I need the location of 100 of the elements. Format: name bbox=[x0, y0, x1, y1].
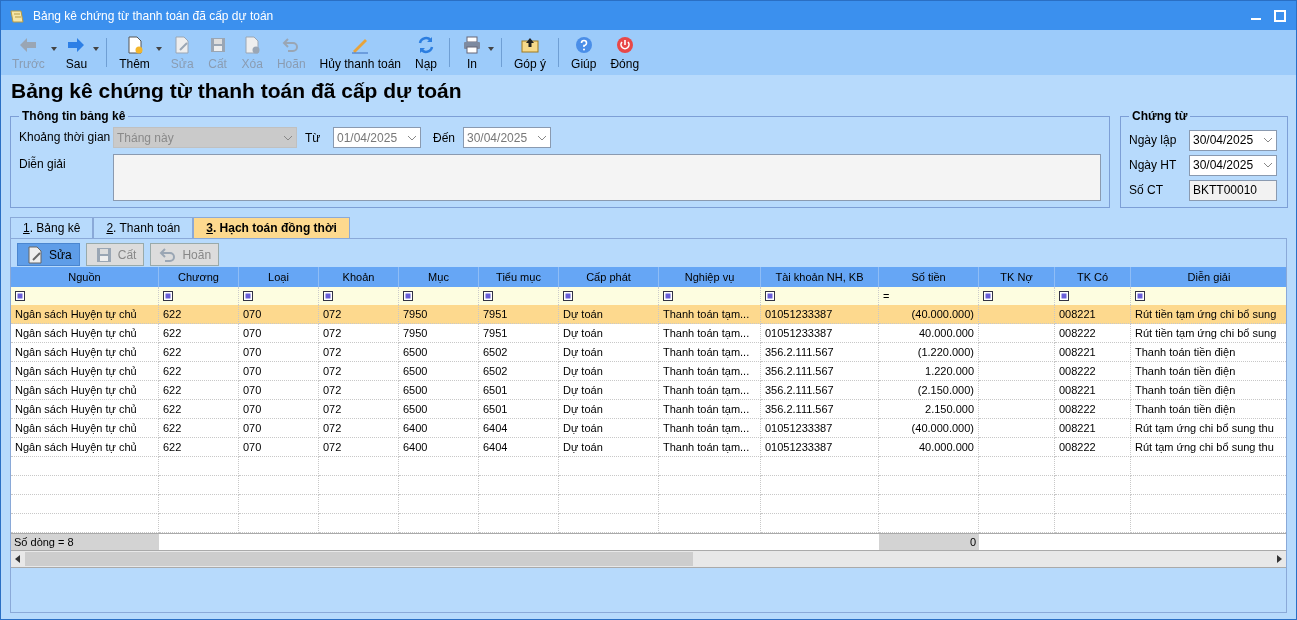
toolbar-button[interactable]: Nạp bbox=[408, 30, 445, 75]
table-cell: Thanh toán tiền điện bbox=[1131, 343, 1286, 362]
tab[interactable]: 3. Hạch toán đồng thời bbox=[193, 217, 350, 238]
table-cell: 622 bbox=[159, 305, 239, 324]
table-cell: 072 bbox=[319, 400, 399, 419]
table-cell: (1.220.000) bbox=[879, 343, 979, 362]
table-cell: 070 bbox=[239, 343, 319, 362]
caret-icon bbox=[50, 47, 57, 51]
field-label: Từ bbox=[305, 129, 322, 147]
table-cell: 6501 bbox=[479, 381, 559, 400]
date-field[interactable]: 01/04/2025 bbox=[333, 127, 421, 148]
column-header[interactable]: Diễn giải bbox=[1131, 267, 1286, 287]
column-header[interactable]: TK Có bbox=[1055, 267, 1131, 287]
filter-icon[interactable] bbox=[15, 291, 25, 301]
tab[interactable]: 1. Bảng kê bbox=[10, 217, 94, 238]
filter-icon[interactable] bbox=[765, 291, 775, 301]
grid-button[interactable]: Sửa bbox=[17, 243, 80, 266]
table-cell: 072 bbox=[319, 381, 399, 400]
toolbar-button[interactable]: Giúp bbox=[564, 30, 604, 75]
table-cell: 1.220.000 bbox=[879, 362, 979, 381]
table-cell: 6404 bbox=[479, 419, 559, 438]
panel-title: Thông tin bảng kê bbox=[21, 109, 127, 123]
column-header[interactable]: Loại bbox=[239, 267, 319, 287]
filter-icon[interactable] bbox=[323, 291, 333, 301]
filter-icon[interactable] bbox=[563, 291, 573, 301]
table-cell: Thanh toán tiền điện bbox=[1131, 400, 1286, 419]
filter-icon[interactable] bbox=[663, 291, 673, 301]
edit-document-icon bbox=[25, 244, 45, 265]
table-cell: Thanh toán tạm... bbox=[659, 362, 761, 381]
table-cell: Rút tạm ứng chi bổ sung thu bbox=[1131, 419, 1286, 438]
table-cell: Dự toán bbox=[559, 381, 659, 400]
chevron-down-icon[interactable] bbox=[537, 134, 547, 141]
table-cell: 01051233387 bbox=[761, 324, 879, 343]
column-header[interactable]: Nguồn bbox=[11, 267, 159, 287]
date-field[interactable]: 30/04/2025 bbox=[463, 127, 551, 148]
table-cell: 2.150.000 bbox=[879, 400, 979, 419]
total-cell: 0 bbox=[879, 533, 979, 550]
horizontal-scrollbar[interactable] bbox=[11, 550, 1286, 567]
caret-icon bbox=[155, 47, 162, 51]
table-cell: 40.000.000 bbox=[879, 324, 979, 343]
table-cell: 6501 bbox=[479, 400, 559, 419]
chevron-down-icon[interactable] bbox=[1263, 137, 1273, 143]
toolbar-button[interactable]: Sau bbox=[58, 30, 102, 75]
filter-icon[interactable] bbox=[1135, 291, 1145, 301]
table-cell: 622 bbox=[159, 438, 239, 457]
table-cell: 7951 bbox=[479, 305, 559, 324]
column-header[interactable]: Khoản bbox=[319, 267, 399, 287]
table-cell: Ngân sách Huyện tự chủ bbox=[11, 324, 159, 343]
filter-operator[interactable]: = bbox=[883, 290, 890, 302]
filter-icon[interactable] bbox=[243, 291, 253, 301]
table-cell: Dự toán bbox=[559, 343, 659, 362]
table-cell: 356.2.111.567 bbox=[761, 343, 879, 362]
chevron-down-icon[interactable] bbox=[407, 134, 417, 141]
table-cell: Dự toán bbox=[559, 305, 659, 324]
table-cell: 622 bbox=[159, 324, 239, 343]
maximize-icon[interactable] bbox=[1272, 7, 1288, 24]
toolbar-button[interactable]: In bbox=[455, 30, 497, 75]
table-cell: Thanh toán tạm... bbox=[659, 324, 761, 343]
column-header[interactable]: Nghiệp vụ bbox=[659, 267, 761, 287]
page-heading: Bảng kê chứng từ thanh toán đã cấp dự toán bbox=[10, 78, 463, 104]
filter-icon[interactable] bbox=[1059, 291, 1069, 301]
filter-icon[interactable] bbox=[163, 291, 173, 301]
table-cell: 6400 bbox=[399, 419, 479, 438]
table-cell: 622 bbox=[159, 343, 239, 362]
table-cell: 356.2.111.567 bbox=[761, 362, 879, 381]
date-field[interactable]: 30/04/2025 bbox=[1189, 129, 1277, 151]
column-header[interactable]: Cấp phát bbox=[559, 267, 659, 287]
table-cell: 6404 bbox=[479, 438, 559, 457]
toolbar-button[interactable]: Góp ý bbox=[507, 30, 554, 75]
field-label: Ngày HT bbox=[1129, 157, 1178, 174]
column-header[interactable]: Tiểu mục bbox=[479, 267, 559, 287]
column-header[interactable]: TK Nợ bbox=[979, 267, 1055, 287]
column-header[interactable]: Tài khoản NH, KB bbox=[761, 267, 879, 287]
filter-icon[interactable] bbox=[483, 291, 493, 301]
table-cell: Ngân sách Huyện tự chủ bbox=[11, 343, 159, 362]
toolbar-button[interactable]: Thêm bbox=[112, 30, 164, 75]
column-header[interactable]: Chương bbox=[159, 267, 239, 287]
tab[interactable]: 2. Thanh toán bbox=[93, 217, 194, 238]
toolbar-button[interactable]: Hủy thanh toán bbox=[312, 30, 408, 75]
table-cell: 072 bbox=[319, 438, 399, 457]
table-cell: 070 bbox=[239, 324, 319, 343]
table-cell: Thanh toán tạm... bbox=[659, 343, 761, 362]
table-cell: 356.2.111.567 bbox=[761, 400, 879, 419]
text-field[interactable]: BKTT00010 bbox=[1189, 179, 1277, 201]
table-cell: Ngân sách Huyện tự chủ bbox=[11, 362, 159, 381]
table-cell: (40.000.000) bbox=[879, 419, 979, 438]
date-field[interactable]: 30/04/2025 bbox=[1189, 154, 1277, 176]
caret-icon bbox=[488, 47, 495, 51]
filter-icon[interactable] bbox=[983, 291, 993, 301]
table-cell: Dự toán bbox=[559, 419, 659, 438]
column-header[interactable]: Mục bbox=[399, 267, 479, 287]
filter-icon[interactable] bbox=[403, 291, 413, 301]
chevron-down-icon[interactable] bbox=[1263, 162, 1273, 168]
toolbar-button[interactable]: Đóng bbox=[603, 30, 647, 75]
description-field[interactable] bbox=[113, 154, 1101, 201]
table-cell: 6500 bbox=[399, 400, 479, 419]
table-cell: 070 bbox=[239, 305, 319, 324]
power-icon bbox=[614, 34, 635, 55]
column-header[interactable]: Số tiền bbox=[879, 267, 979, 287]
table-cell: (40.000.000) bbox=[879, 305, 979, 324]
